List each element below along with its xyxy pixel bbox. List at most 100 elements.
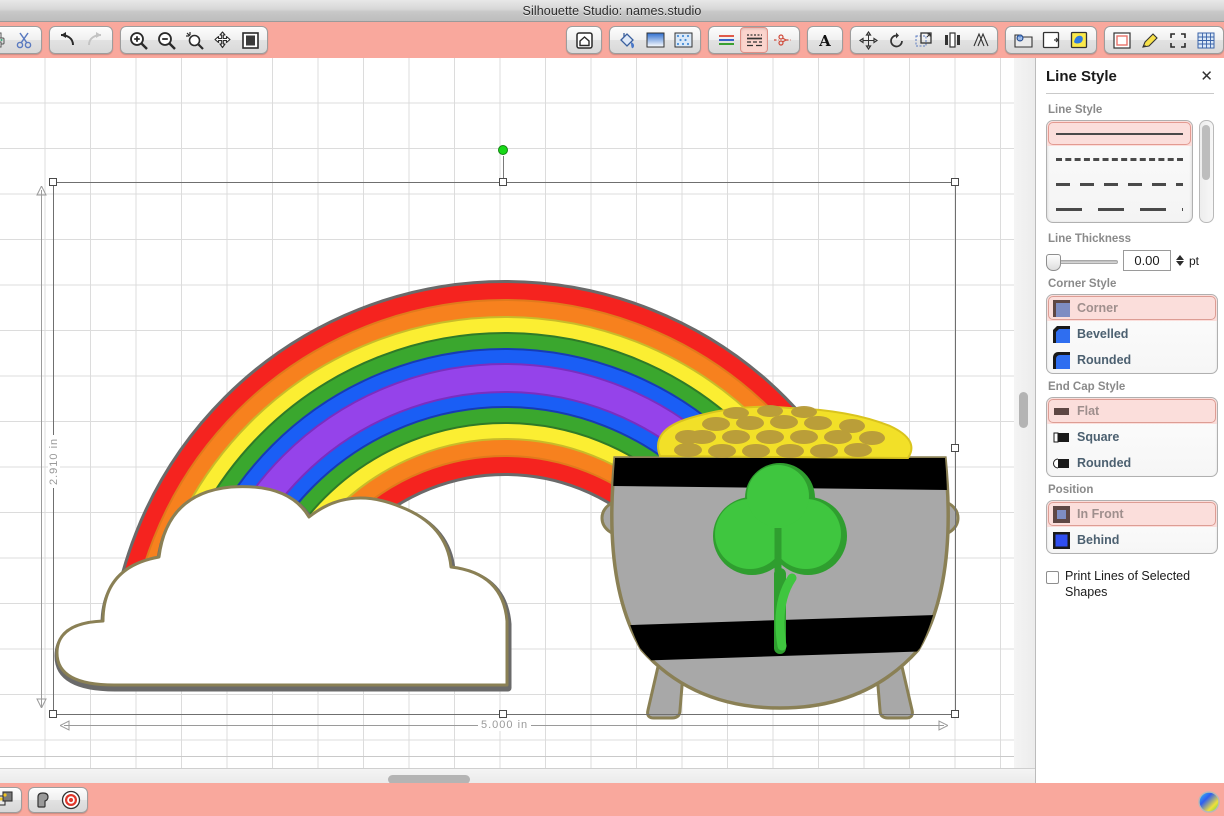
position-option-behind[interactable]: Behind: [1047, 527, 1217, 553]
gradient-icon[interactable]: [641, 27, 669, 53]
line-style-option-dashed-small[interactable]: [1047, 146, 1192, 171]
color-wheel-icon[interactable]: [1198, 791, 1220, 816]
send-shapes-icon[interactable]: [0, 788, 18, 812]
toolbar-group-fill: [609, 26, 701, 54]
toolbar-group-transform: [850, 26, 998, 54]
line-style-panel: Line Style ✕ Line Style Line Thickness 0…: [1035, 58, 1224, 783]
print-lines-checkbox[interactable]: [1046, 571, 1059, 584]
status-group-cut: [28, 786, 88, 813]
replicate-icon[interactable]: [966, 27, 994, 53]
registration-box-icon[interactable]: [1108, 27, 1136, 53]
svg-text:M: M: [1018, 36, 1022, 41]
resize-handle-se[interactable]: [951, 710, 959, 718]
silhouette-studio-window: Silhouette Studio: names.studio A M 2.91…: [0, 0, 1224, 816]
resize-handle-s[interactable]: [499, 710, 507, 718]
line-style-list-scroll-thumb[interactable]: [1202, 125, 1210, 180]
scale-icon[interactable]: [910, 27, 938, 53]
panel-header: Line Style ✕: [1046, 58, 1214, 94]
corner-swatch-icon: [1053, 299, 1070, 317]
pattern-icon[interactable]: [669, 27, 697, 53]
undo-arrow-icon[interactable]: [53, 27, 81, 53]
resize-handle-ne[interactable]: [951, 178, 959, 186]
artwork-rainbow-pot-of-gold[interactable]: [0, 58, 1035, 768]
toolbar-group-file: [0, 26, 42, 54]
line-thickness-input[interactable]: 0.00: [1123, 250, 1171, 271]
zoom-in-icon[interactable]: [124, 27, 152, 53]
cut-style-icon[interactable]: [768, 27, 796, 53]
crop-marks-icon[interactable]: [1164, 27, 1192, 53]
position-option-in-front[interactable]: In Front: [1047, 501, 1217, 527]
print-lines-checkbox-row[interactable]: Print Lines of Selected Shapes: [1046, 568, 1214, 600]
toolbar-group-page: [566, 26, 602, 54]
line-style-option-solid[interactable]: [1047, 121, 1192, 146]
position-option-behind-label: Behind: [1077, 533, 1120, 547]
offset-icon[interactable]: [1037, 27, 1065, 53]
end-cap-option-square-label: Square: [1077, 430, 1120, 444]
end-cap-option-flat[interactable]: Flat: [1047, 398, 1217, 424]
panel-title: Line Style: [1046, 68, 1117, 85]
paint-bucket-icon[interactable]: [613, 27, 641, 53]
pan-hand-icon[interactable]: [208, 27, 236, 53]
corner-style-option-rounded-label: Rounded: [1077, 353, 1132, 367]
design-canvas[interactable]: 2.910 in 5.000 in ...KERS PRINTIN... ✕: [0, 58, 1035, 768]
fit-page-icon[interactable]: [236, 27, 264, 53]
target-icon[interactable]: [58, 788, 84, 812]
line-style-option-dashed-med[interactable]: [1047, 171, 1192, 196]
line-thickness-unit: pt: [1189, 253, 1200, 268]
line-thickness-section-label: Line Thickness: [1048, 233, 1132, 245]
close-icon[interactable]: ✕: [1199, 69, 1214, 84]
rounded-swatch-icon: [1053, 351, 1070, 369]
behind-swatch-icon: [1053, 531, 1070, 549]
end-cap-option-square[interactable]: Square: [1047, 424, 1217, 450]
rotation-handle[interactable]: [498, 145, 508, 155]
resize-handle-sw[interactable]: [49, 710, 57, 718]
home-page-icon[interactable]: [570, 27, 598, 53]
line-thickness-controls: 0.00 pt: [1046, 250, 1214, 271]
width-dimension-label: 5.000 in: [478, 719, 532, 731]
bevelled-swatch-icon: [1053, 325, 1070, 343]
corner-style-option-bevelled[interactable]: Bevelled: [1047, 321, 1217, 347]
line-color-icon[interactable]: [712, 27, 740, 53]
move-arrows-icon[interactable]: [854, 27, 882, 53]
line-style-icon[interactable]: [740, 27, 768, 53]
trace-icon[interactable]: [1065, 27, 1093, 53]
corner-style-option-corner[interactable]: Corner: [1047, 295, 1217, 321]
position-options: In Front Behind: [1046, 500, 1218, 554]
end-cap-option-rounded[interactable]: Rounded: [1047, 450, 1217, 476]
resize-handle-nw[interactable]: [49, 178, 57, 186]
in-front-swatch-icon: [1053, 505, 1070, 523]
window-titlebar: Silhouette Studio: names.studio: [0, 0, 1224, 22]
toolbar-group-view: [120, 26, 268, 54]
zoom-selection-icon[interactable]: [180, 27, 208, 53]
printer-icon[interactable]: [0, 27, 10, 53]
toolbar-group-design: [1104, 26, 1224, 54]
rotate-icon[interactable]: [882, 27, 910, 53]
redo-arrow-icon[interactable]: [81, 27, 109, 53]
window-title: Silhouette Studio: names.studio: [522, 3, 702, 18]
grid-icon[interactable]: [1192, 27, 1220, 53]
vertical-scrollbar-thumb[interactable]: [1019, 392, 1028, 428]
end-cap-option-rounded-label: Rounded: [1077, 456, 1132, 470]
line-style-option-dashed-long[interactable]: [1047, 196, 1192, 221]
corner-style-options: Corner Bevelled Rounded: [1046, 294, 1218, 374]
line-style-list[interactable]: [1046, 120, 1193, 223]
library-folder-icon[interactable]: M: [1009, 27, 1037, 53]
corner-style-option-rounded[interactable]: Rounded: [1047, 347, 1217, 373]
corner-style-option-corner-label: Corner: [1077, 301, 1118, 315]
zoom-out-icon[interactable]: [152, 27, 180, 53]
position-option-in-front-label: In Front: [1077, 507, 1124, 521]
position-section-label: Position: [1048, 484, 1094, 496]
resize-handle-e[interactable]: [951, 444, 959, 452]
resize-handle-n[interactable]: [499, 178, 507, 186]
line-thickness-stepper[interactable]: [1176, 255, 1184, 266]
cut-shape-icon[interactable]: [32, 788, 58, 812]
toolbar-group-history: [49, 26, 113, 54]
end-cap-style-options: Flat Square Rounded: [1046, 397, 1218, 477]
line-style-list-scrollbar[interactable]: [1199, 120, 1214, 223]
line-thickness-slider-knob[interactable]: [1046, 253, 1061, 271]
pen-icon[interactable]: [1136, 27, 1164, 53]
scissors-icon[interactable]: [10, 27, 38, 53]
text-a-icon[interactable]: A: [811, 27, 839, 53]
align-icon[interactable]: [938, 27, 966, 53]
line-thickness-slider[interactable]: [1046, 253, 1118, 271]
